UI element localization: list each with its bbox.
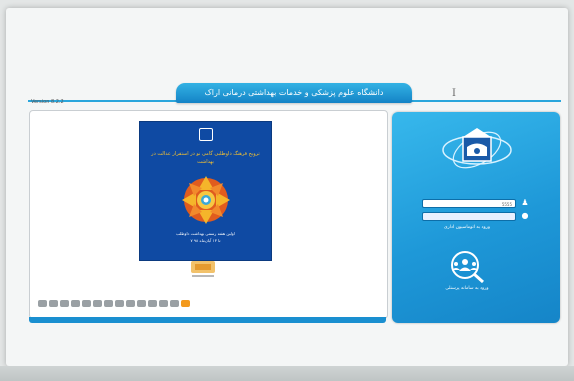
poster-thumbnail-icon	[191, 261, 215, 277]
slider-dot[interactable]	[148, 300, 157, 307]
iran-emblem-icon	[199, 128, 213, 141]
poster-footer-line-1: اولین هفته رسمی بهداشت داوطلب	[176, 231, 235, 236]
version-label: Version 8.2.2	[31, 99, 64, 105]
slider-dot[interactable]	[38, 300, 47, 307]
office-automation-login-link[interactable]: ورود به اتوماسیون اداری	[408, 225, 526, 230]
slider-dot[interactable]	[159, 300, 168, 307]
slider-pagination	[38, 300, 190, 307]
personnel-portal-link[interactable]: ورود به سامانه پرسنلی	[408, 286, 526, 291]
slider-poster-image[interactable]: ترویج فرهنگ داوطلبی گامی نو در استقرار ع…	[139, 121, 272, 261]
slider-dot[interactable]	[60, 300, 69, 307]
university-logo-icon	[442, 128, 512, 169]
slider-dot[interactable]	[181, 300, 190, 307]
lock-icon: ●	[521, 211, 529, 220]
slider-dot[interactable]	[71, 300, 80, 307]
slider-dot[interactable]	[49, 300, 58, 307]
slider-dot[interactable]	[115, 300, 124, 307]
user-icon: ♟	[521, 198, 529, 207]
screen-bottom-edge	[0, 366, 574, 381]
page-title: دانشگاه علوم پزشکی و خدمات بهداشتی درمان…	[176, 83, 412, 103]
slider-bottom-bar	[29, 317, 386, 323]
password-input[interactable]	[422, 212, 516, 221]
slider-dot[interactable]	[170, 300, 179, 307]
slider-dot[interactable]	[104, 300, 113, 307]
slider-dot[interactable]	[137, 300, 146, 307]
personnel-portal-icon[interactable]	[441, 249, 493, 285]
slider-dot[interactable]	[82, 300, 91, 307]
slider-dot[interactable]	[93, 300, 102, 307]
poster-footer-line-2: ۷ تا ۱۳ آبان‌ماه ۹۸	[190, 238, 221, 243]
username-input[interactable]: 5555	[422, 199, 516, 208]
poster-title: ترویج فرهنگ داوطلبی گامی نو در استقرار ع…	[151, 151, 260, 165]
text-cursor-icon: I	[452, 88, 456, 99]
slider-dot[interactable]	[126, 300, 135, 307]
poster-footer: اولین هفته رسمی بهداشت داوطلب ۷ تا ۱۳ آب…	[148, 230, 263, 244]
